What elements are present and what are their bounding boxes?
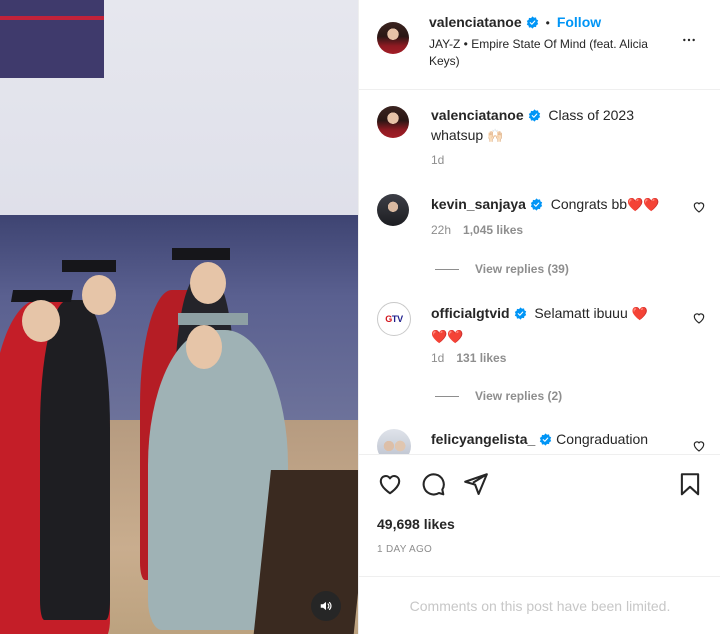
comment-likes[interactable]: 131 likes [456,351,506,365]
heart-emoji: ❤️❤️ [627,197,660,212]
comment-item: kevin_sanjaya Congrats bb❤️❤️ 22h 1,045 l… [359,187,720,287]
verified-badge-icon [530,198,543,211]
owner-avatar[interactable] [377,22,409,54]
comment-text-block: kevin_sanjaya Congrats bb❤️❤️ [431,194,671,215]
projection-screen [0,0,358,215]
caption-avatar[interactable] [377,106,409,138]
post-header: valenciatanoe • Follow JAY-Z • Empire Stat… [359,0,720,90]
audio-track-link[interactable]: JAY-Z • Empire State Of Mind (feat. Alic… [429,36,659,70]
verified-badge-icon [540,433,552,446]
comment-text: Congradua­tion [556,431,649,447]
share-icon[interactable] [463,471,489,497]
commenter-username[interactable]: felicyangelista_ [431,431,535,447]
speaker-icon [320,601,332,611]
head [22,300,60,342]
raised-hands-emoji: 🙌🏻 [487,128,504,143]
commenter-avatar[interactable] [377,429,411,454]
commenter-avatar[interactable]: GTV [377,302,411,336]
caption: valenciatanoe Class of 2023 whatsup 🙌🏻 1… [359,91,720,181]
comment-text: Congrats bb [550,196,628,212]
mortarboard [172,248,230,260]
post-details-panel: valenciatanoe • Follow JAY-Z • Empire Stat… [358,0,720,634]
screen-graphic [0,0,104,78]
owner-line: valenciatanoe • Follow [429,14,601,30]
caption-username[interactable]: valenciatanoe [431,107,524,123]
post-date: 1 DAY AGO [377,544,433,555]
like-comment-icon[interactable] [692,311,706,325]
caption-text-block: valenciatanoe Class of 2023 whatsup 🙌🏻 [431,105,651,146]
view-replies-button[interactable]: View replies (39) [435,262,569,276]
owner-username[interactable]: valenciatanoe [429,14,522,30]
post-actions: 49,698 likes 1 DAY AGO Comments on this … [359,454,720,634]
gtv-logo: GTV [385,314,403,324]
caption-time: 1d [431,153,445,167]
post-media[interactable] [0,0,358,634]
comment-likes[interactable]: 1,045 likes [463,223,523,237]
comment-text-block: felicyangelista_ Congradua­tion [431,429,691,449]
sound-toggle-button[interactable] [311,591,341,621]
mortarboard [62,260,116,272]
comment-text-block: officialgtvid Selamatt ibuuu ❤️ ❤️❤️ [431,302,671,348]
heart-icon[interactable] [377,471,403,497]
like-count[interactable]: 49,698 likes [377,516,455,532]
follow-button[interactable]: Follow [557,14,601,30]
head [186,325,222,369]
comment-item: GTV officialgtvid Selamatt ibuuu ❤️ ❤️❤️… [359,297,720,417]
mortarboard [178,313,248,325]
commenter-username[interactable]: kevin_sanjaya [431,196,526,212]
comment-item: felicyangelista_ Congradua­tion [359,427,720,454]
bookmark-icon[interactable] [677,471,703,497]
view-replies-button[interactable]: View replies (2) [435,389,562,403]
like-comment-icon[interactable] [692,439,706,453]
like-comment-icon[interactable] [692,200,706,214]
comment-meta: 22h 1,045 likes [431,223,523,237]
comments-limited-notice: Comments on this post have been limited. [359,576,720,634]
head [190,262,226,304]
head [82,275,116,315]
verified-badge-icon [528,109,540,122]
comment-text: Selamatt ibuuu [534,305,628,321]
figure-black-gown [40,300,110,620]
heart-emoji: ❤️ [631,306,648,321]
heart-emoji: ❤️❤️ [431,329,464,344]
commenter-avatar[interactable] [377,194,409,226]
comment-time: 22h [431,223,452,237]
podium [253,470,358,634]
comment-icon[interactable] [420,471,446,497]
verified-badge-icon [526,16,538,29]
commenter-username[interactable]: officialgtvid [431,305,510,321]
comment-time: 1d [431,351,445,365]
more-options-icon[interactable] [679,32,699,48]
comment-meta: 1d 131 likes [431,351,506,365]
separator-dot: • [545,16,550,30]
comments-list[interactable]: valenciatanoe Class of 2023 whatsup 🙌🏻 1… [359,91,720,454]
verified-badge-icon [514,307,526,320]
